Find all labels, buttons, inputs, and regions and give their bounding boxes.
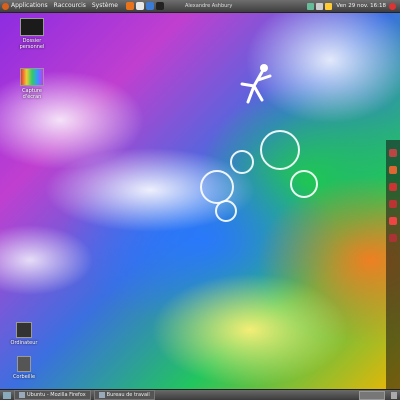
taskbar-item-label: Bureau de travail [106,392,150,398]
wallpaper-circle [215,200,237,222]
window-title: Alexandre Ashbury [185,3,233,9]
power-icon[interactable] [389,2,396,10]
top-panel: Applications Raccourcis Système Alexandr… [0,0,400,13]
clock[interactable]: Ven 29 nov. 16:18 [336,0,386,12]
dock-item-icon[interactable] [389,183,397,191]
wallpaper-circle [230,150,254,174]
bottom-panel: Ubuntu - Mozilla Firefox Bureau de trava… [0,389,400,400]
menu-bar: Applications Raccourcis Système [0,0,166,12]
workspace-switcher[interactable] [359,390,385,400]
dock-item-icon[interactable] [389,166,397,174]
help-icon[interactable] [145,2,154,10]
volume-icon[interactable] [316,2,324,10]
wallpaper-circle [290,170,318,198]
taskbar-item[interactable]: Ubuntu - Mozilla Firefox [14,390,91,400]
folder-task-icon [98,392,105,398]
desktop-icon-screenshot[interactable]: Capture d'écran [12,68,52,100]
menu-places[interactable]: Raccourcis [54,0,86,12]
right-dock [386,140,400,390]
desktop-icon-label: Corbeille [12,374,36,380]
firefox-icon[interactable] [125,2,134,10]
launchers [125,2,166,10]
network-icon[interactable] [307,2,315,10]
firefox-task-icon [19,392,25,398]
dancer-silhouette [240,64,272,104]
desktop-icon-home[interactable]: Dossier personnel [12,18,52,50]
dock-item-icon[interactable] [389,217,397,225]
show-desktop-icon[interactable] [3,391,11,399]
desktop-icon-trash[interactable]: Corbeille [4,356,44,380]
menu-applications[interactable]: Applications [11,0,48,12]
desktop-icon-label: Capture d'écran [22,88,42,100]
screenshot-icon [20,68,44,86]
wallpaper-circle [200,170,234,204]
taskbar-item-label: Ubuntu - Mozilla Firefox [27,392,86,398]
trash-applet-icon[interactable] [391,391,397,399]
ubuntu-logo-icon [2,2,9,10]
terminal-icon[interactable] [155,2,164,10]
menu-system[interactable]: Système [92,0,118,12]
mail-notify-icon[interactable] [325,2,333,10]
dock-item-icon[interactable] [389,234,397,242]
home-folder-icon [20,18,44,36]
taskbar-item[interactable]: Bureau de travail [93,390,155,400]
desktop-icon-label: Dossier personnel [19,38,45,50]
system-tray: Ven 29 nov. 16:18 [307,0,398,12]
desktop-icon-computer[interactable]: Ordinateur [4,322,44,346]
dock-item-icon[interactable] [389,149,397,157]
wallpaper-circle [260,130,300,170]
desktop-icon-label: Ordinateur [10,340,38,346]
mail-icon[interactable] [135,2,144,10]
trash-icon [17,356,31,372]
computer-icon [16,322,32,338]
dock-item-icon[interactable] [389,200,397,208]
desktop-wallpaper: Applications Raccourcis Système Alexandr… [0,0,400,400]
